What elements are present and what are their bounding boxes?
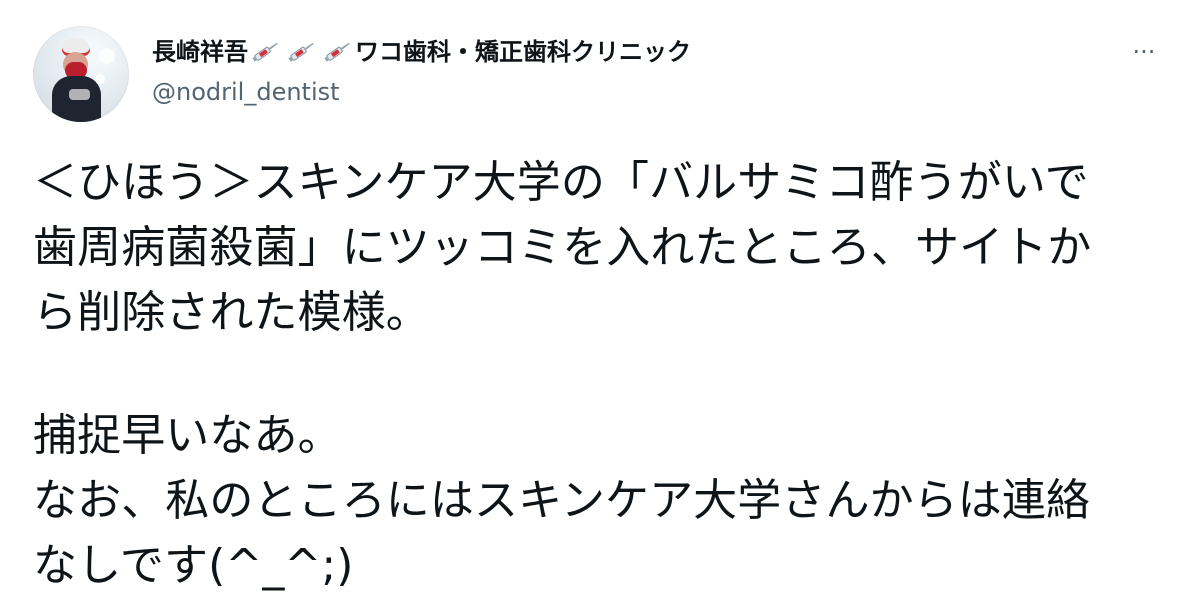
more-options-icon[interactable]: ···	[1128, 39, 1160, 65]
tweet-text-line: ら削除された模様。	[33, 287, 430, 338]
syringe-icon	[324, 42, 350, 62]
author-emoji-group	[250, 40, 352, 64]
author-name-row[interactable]: 長崎祥吾 ワコ歯科・矯正歯科クリニック	[152, 34, 691, 70]
tweet-text-line: ＜ひほう＞スキンケア大学の「バルサミコ酢うがいで	[33, 157, 1089, 208]
author-display-name: 長崎祥吾	[152, 38, 248, 66]
tweet-text-line: 捕捉早いなあ。	[33, 410, 342, 461]
tweet-text: ＜ひほう＞スキンケア大学の「バルサミコ酢うがいで 歯周病菌殺菌」にツッコミを入れ…	[33, 150, 1158, 598]
author-handle[interactable]: @nodril_dentist	[152, 80, 340, 104]
syringe-icon	[288, 42, 314, 62]
avatar[interactable]	[33, 26, 129, 122]
avatar-person	[49, 38, 103, 122]
tweet-text-line: 歯周病菌殺菌」にツッコミを入れたところ、サイトか	[33, 222, 1092, 273]
avatar-jacket	[52, 76, 101, 122]
syringe-icon	[252, 42, 278, 62]
tweet-card: 長崎祥吾 ワコ歯科・矯正歯科クリニック @nodril_dentist ··· …	[0, 0, 1196, 591]
tweet-text-line: なお、私のところにはスキンケア大学さんからは連絡	[33, 475, 1091, 526]
author-display-name-suffix: ワコ歯科・矯正歯科クリニック	[355, 38, 691, 66]
